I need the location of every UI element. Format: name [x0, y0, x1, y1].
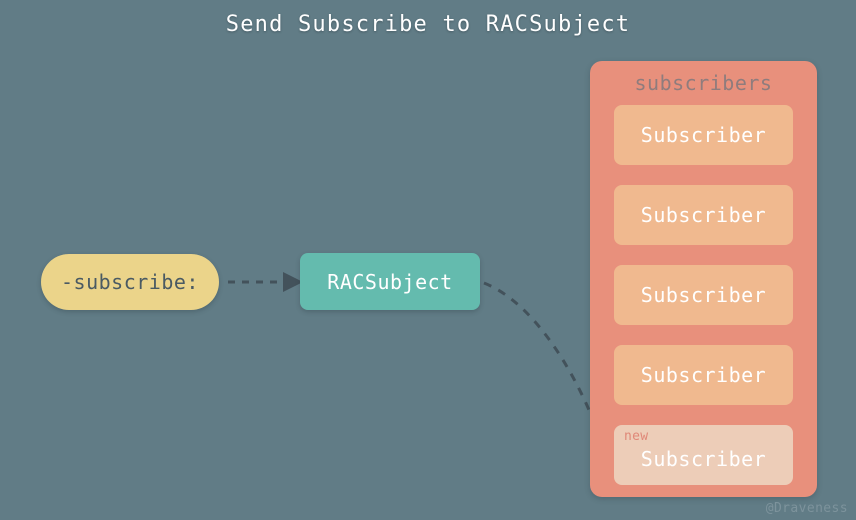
node-subscribe-label: -subscribe:: [61, 270, 199, 294]
watermark: @Draveness: [765, 501, 848, 516]
list-item[interactable]: Subscriber: [614, 105, 793, 165]
subscriber-label: Subscriber: [640, 283, 767, 307]
list-item[interactable]: Subscriber: [614, 185, 793, 245]
diagram-canvas: Send Subscribe to RACSubject -subscribe:…: [0, 0, 856, 520]
node-subscribe[interactable]: -subscribe:: [41, 254, 219, 310]
list-item[interactable]: Subscriber: [614, 265, 793, 325]
subscriber-label: Subscriber: [640, 363, 767, 387]
node-racsubject[interactable]: RACSubject: [300, 253, 480, 310]
list-item[interactable]: Subscriber: [614, 345, 793, 405]
subscriber-label: Subscriber: [640, 123, 767, 147]
new-badge: new: [624, 429, 649, 444]
subscriber-label: Subscriber: [640, 203, 767, 227]
subscribers-panel: subscribers Subscriber Subscriber Subscr…: [590, 61, 817, 497]
arrow-subscribe-to-racsubject: [228, 272, 303, 292]
subscriber-list: Subscriber Subscriber Subscriber Subscri…: [614, 105, 793, 485]
subscriber-label: Subscriber: [640, 447, 767, 471]
list-item-new-subscriber[interactable]: new Subscriber: [614, 425, 793, 485]
subscribers-panel-title: subscribers: [634, 71, 773, 95]
node-racsubject-label: RACSubject: [327, 269, 453, 294]
